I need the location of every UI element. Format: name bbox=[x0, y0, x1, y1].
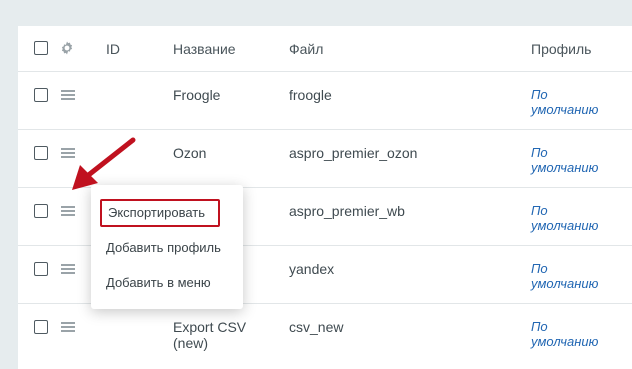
row-checkbox[interactable] bbox=[34, 88, 48, 102]
arrow-icon bbox=[72, 137, 136, 190]
row-checkbox[interactable] bbox=[34, 320, 48, 334]
row-name: Froogle bbox=[173, 87, 221, 103]
table-header: ID Название Файл Профиль bbox=[18, 26, 632, 72]
row-name-line-2: (new) bbox=[173, 335, 209, 351]
profile-link-line-1[interactable]: По bbox=[531, 203, 621, 218]
row-checkbox[interactable] bbox=[34, 146, 48, 160]
column-header-profile[interactable]: Профиль bbox=[531, 41, 591, 57]
table-row: Froogle froogle По умолчанию bbox=[18, 72, 632, 130]
row-checkbox[interactable] bbox=[34, 204, 48, 218]
row-profile-link[interactable]: По умолчанию bbox=[531, 145, 621, 175]
row-name: Export CSV (new) bbox=[173, 319, 246, 351]
profile-link-line-1[interactable]: По bbox=[531, 261, 621, 276]
profile-link-line-2[interactable]: умолчанию bbox=[531, 160, 621, 175]
drag-handle-icon[interactable] bbox=[61, 322, 75, 332]
profile-link-line-1[interactable]: По bbox=[531, 87, 621, 102]
profile-link-line-2[interactable]: умолчанию bbox=[531, 218, 621, 233]
row-name-line-1: Export CSV bbox=[173, 319, 247, 335]
table-row: Export CSV (new) csv_new По умолчанию bbox=[18, 304, 632, 369]
profile-link-line-2[interactable]: умолчанию bbox=[531, 276, 621, 291]
profile-link-line-1[interactable]: По bbox=[531, 145, 621, 160]
profile-link-line-2[interactable]: умолчанию bbox=[531, 334, 621, 349]
row-name: Ozon bbox=[173, 145, 207, 161]
profile-link-line-2[interactable]: умолчанию bbox=[531, 102, 621, 117]
column-header-name[interactable]: Название bbox=[173, 41, 236, 57]
drag-handle-icon[interactable] bbox=[61, 90, 75, 100]
row-file: aspro_premier_wb bbox=[289, 203, 405, 219]
row-file: froogle bbox=[289, 87, 332, 103]
row-profile-link[interactable]: По умолчанию bbox=[531, 261, 621, 291]
select-all-checkbox[interactable] bbox=[34, 41, 48, 55]
row-checkbox[interactable] bbox=[34, 262, 48, 276]
row-profile-link[interactable]: По умолчанию bbox=[531, 203, 621, 233]
row-profile-link[interactable]: По умолчанию bbox=[531, 87, 621, 117]
gear-icon[interactable] bbox=[59, 40, 75, 56]
column-header-file[interactable]: Файл bbox=[289, 41, 323, 57]
row-profile-link[interactable]: По умолчанию bbox=[531, 319, 621, 349]
row-file: yandex bbox=[289, 261, 335, 277]
profile-link-line-1[interactable]: По bbox=[531, 319, 621, 334]
menu-item-add-to-menu[interactable]: Добавить в меню bbox=[106, 275, 211, 290]
row-file: csv_new bbox=[289, 319, 344, 335]
column-header-id[interactable]: ID bbox=[106, 41, 120, 57]
menu-item-add-profile[interactable]: Добавить профиль bbox=[106, 240, 221, 255]
drag-handle-icon[interactable] bbox=[61, 264, 75, 274]
row-file: aspro_premier_ozon bbox=[289, 145, 418, 161]
